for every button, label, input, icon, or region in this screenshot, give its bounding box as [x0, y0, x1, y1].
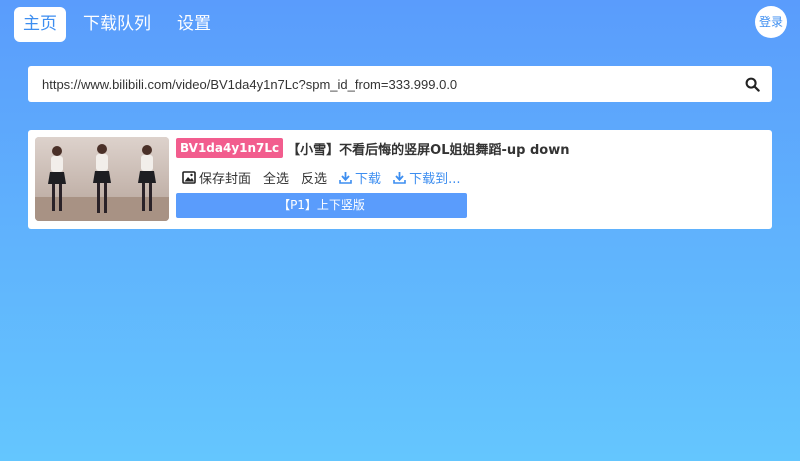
video-thumbnail[interactable]: [35, 137, 169, 221]
video-card: BV1da4y1n7Lc 【小雪】不看后悔的竖屏OL姐姐舞蹈-up down 保…: [28, 130, 772, 229]
tab-download-queue[interactable]: 下载队列: [74, 7, 160, 42]
image-icon: [182, 170, 196, 184]
download-button[interactable]: 下载: [339, 168, 381, 187]
search-icon: [745, 77, 760, 92]
action-bar: 保存封面 全选 反选 下载 下载到...: [176, 166, 764, 188]
video-info: BV1da4y1n7Lc 【小雪】不看后悔的竖屏OL姐姐舞蹈-up down 保…: [176, 137, 764, 218]
bv-badge: BV1da4y1n7Lc: [176, 138, 284, 158]
search-button[interactable]: [732, 66, 772, 102]
tab-settings[interactable]: 设置: [168, 7, 220, 42]
title-row: BV1da4y1n7Lc 【小雪】不看后悔的竖屏OL姐姐舞蹈-up down: [176, 137, 764, 159]
search-bar: [28, 66, 772, 102]
download-icon: [393, 171, 406, 184]
url-input[interactable]: [28, 66, 732, 102]
part-button-p1[interactable]: 【P1】上下竖版: [176, 193, 467, 218]
download-to-label: 下载到...: [409, 171, 461, 187]
download-label: 下载: [355, 171, 382, 187]
select-all-button[interactable]: 全选: [263, 168, 289, 187]
login-button[interactable]: 登录: [755, 6, 787, 38]
save-cover-button[interactable]: 保存封面: [182, 168, 251, 187]
video-title: 【小雪】不看后悔的竖屏OL姐姐舞蹈-up down: [287, 142, 570, 158]
save-cover-label: 保存封面: [199, 171, 252, 187]
tab-home[interactable]: 主页: [14, 7, 66, 42]
download-icon: [339, 171, 352, 184]
top-nav: 主页 下载队列 设置: [14, 7, 228, 42]
download-to-button[interactable]: 下载到...: [393, 168, 460, 187]
invert-selection-button[interactable]: 反选: [301, 168, 327, 187]
